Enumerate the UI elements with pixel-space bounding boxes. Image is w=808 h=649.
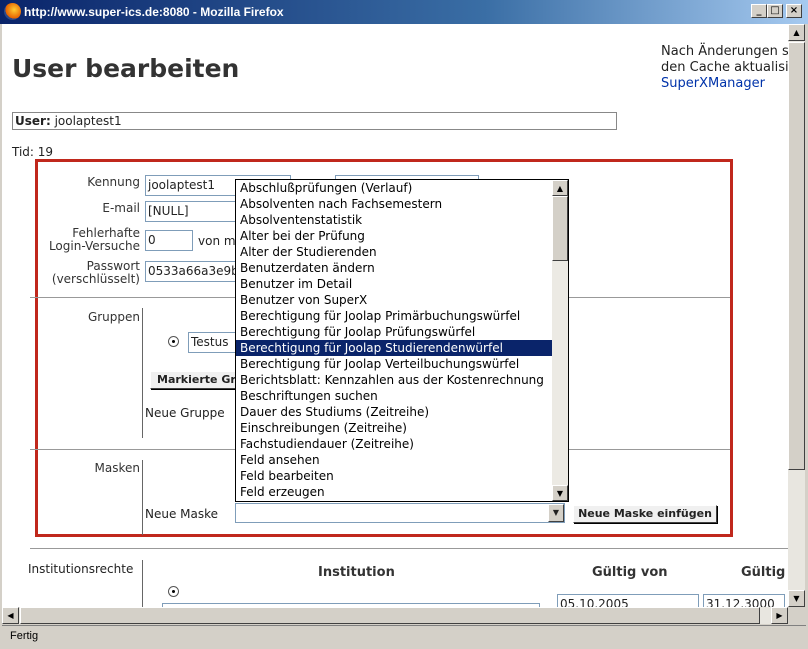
mask-option[interactable]: Dauer des Studiums (Zeitreihe) (236, 404, 552, 420)
institution-label: Institutionsrechte (28, 562, 134, 576)
group-select[interactable]: Testus (188, 332, 236, 353)
page-scroll-thumb[interactable] (788, 42, 805, 470)
mask-option[interactable]: Alter bei der Prüfung (236, 228, 552, 244)
page-horizontal-scrollbar[interactable]: ◀ ▶ (2, 607, 788, 624)
mask-option[interactable]: Berechtigung für Joolap Prüfungswürfel (236, 324, 552, 340)
mask-options[interactable]: Abschlußprüfungen (Verlauf) Absolventen n… (236, 180, 552, 500)
status-bar: Fertig (2, 625, 806, 647)
mask-option[interactable]: Feld bearbeiten (236, 468, 552, 484)
col-valid-to: Gültig (741, 565, 786, 580)
cache-note: Nach Änderungen s den Cache aktualisi Su… (661, 44, 788, 92)
masks-vline (142, 460, 143, 535)
mask-option[interactable]: Alter der Studierenden (236, 244, 552, 260)
mask-option[interactable]: Einschreibungen (Zeitreihe) (236, 420, 552, 436)
valid-from-input[interactable]: 05.10.2005 (557, 594, 699, 607)
insert-mask-button[interactable]: Neue Maske einfügen (573, 505, 717, 523)
mask-option[interactable]: Berichtsblatt: Kennzahlen aus der Kosten… (236, 372, 552, 388)
page-title: User bearbeiten (12, 54, 240, 83)
col-valid-from: Gültig von (592, 565, 668, 580)
password-input[interactable]: 0533a66a3e9b (145, 261, 237, 282)
scroll-up-icon[interactable]: ▲ (788, 24, 805, 41)
mask-option[interactable]: Feld ansehen (236, 452, 552, 468)
mask-option[interactable]: Absolventenstatistik (236, 212, 552, 228)
col-institution: Institution (318, 565, 395, 580)
password-label: Passwort (verschlüsselt) (32, 260, 140, 286)
mask-option[interactable]: Berechtigung für Joolap Studierendenwürf… (236, 340, 552, 356)
mask-option[interactable]: Benutzer von SuperX (236, 292, 552, 308)
tid-value: 19 (37, 145, 54, 159)
window-title: http://www.super-ics.de:8080 - Mozilla F… (24, 5, 284, 19)
tid-label: Tid: (12, 145, 34, 159)
institution-vline (142, 560, 143, 607)
scroll-up-icon[interactable]: ▲ (552, 180, 568, 196)
failed-login-input[interactable]: 0 (145, 230, 193, 251)
email-label: E-mail (102, 201, 140, 215)
page-vertical-scrollbar[interactable]: ▲ ▼ (788, 24, 805, 607)
mask-option[interactable]: Berechtigung für Joolap Verteilbuchungsw… (236, 356, 552, 372)
remove-marked-groups-button[interactable]: Markierte Gru (150, 371, 236, 389)
dropdown-scroll-thumb[interactable] (552, 196, 568, 261)
new-mask-select[interactable]: ▼ (235, 503, 565, 523)
dropdown-scrollbar[interactable]: ▲ ▼ (552, 180, 568, 501)
cache-note-line-1: Nach Änderungen s (661, 44, 788, 59)
page-hscroll-thumb[interactable] (20, 607, 760, 624)
failed-login-label: Fehlerhafte Login-Versuche (32, 227, 140, 253)
failed-login-suffix: von m (198, 234, 236, 248)
user-value: joolaptest1 (54, 114, 122, 128)
scroll-right-icon[interactable]: ▶ (771, 607, 788, 624)
user-box: User: joolaptest1 (12, 112, 617, 130)
divider-institution (30, 548, 788, 549)
minimize-button[interactable]: _ (751, 4, 767, 18)
failed-login-label-line-2: Login-Versuche (48, 239, 140, 253)
page-content: User bearbeiten Nach Änderungen s den Ca… (2, 24, 788, 607)
mask-option[interactable]: Absolventen nach Fachsemestern (236, 196, 552, 212)
superxmanager-link[interactable]: SuperXManager (661, 76, 765, 91)
status-text: Fertig (10, 630, 39, 642)
mask-dropdown-list[interactable]: Abschlußprüfungen (Verlauf) Absolventen n… (235, 179, 569, 502)
scroll-down-icon[interactable]: ▼ (552, 485, 568, 501)
new-group-label: Neue Gruppe (145, 406, 225, 420)
mask-option[interactable]: Benutzer im Detail (236, 276, 552, 292)
scroll-down-icon[interactable]: ▼ (788, 590, 805, 607)
groups-vline (142, 308, 143, 438)
mask-option[interactable]: Benutzerdaten ändern (236, 260, 552, 276)
tid-row: Tid: 19 (12, 145, 53, 159)
chevron-down-icon[interactable]: ▼ (548, 504, 564, 522)
scrollbar-corner (788, 607, 805, 624)
user-label: User: (15, 114, 51, 128)
mask-option[interactable]: Feld erzeugen (236, 484, 552, 500)
mask-option[interactable]: Abschlußprüfungen (Verlauf) (236, 180, 552, 196)
cache-note-line-2: den Cache aktualisi (661, 60, 788, 75)
scroll-left-icon[interactable]: ◀ (2, 607, 19, 624)
institution-radio[interactable] (168, 586, 179, 597)
firefox-icon (4, 3, 21, 20)
password-label-line-2: (verschlüsselt) (51, 272, 140, 286)
mask-option[interactable]: Berechtigung für Joolap Primärbuchungswü… (236, 308, 552, 324)
valid-to-input[interactable]: 31.12.3000 (703, 594, 785, 607)
kennung-label: Kennung (87, 175, 140, 189)
new-mask-label: Neue Maske (145, 507, 219, 521)
masks-label: Masken (94, 461, 140, 475)
window-titlebar: http://www.super-ics.de:8080 - Mozilla F… (0, 0, 808, 24)
group-radio[interactable] (168, 336, 179, 347)
mask-option[interactable]: Beschriftungen suchen (236, 388, 552, 404)
mask-option[interactable]: Fachstudiendauer (Zeitreihe) (236, 436, 552, 452)
groups-label: Gruppen (87, 310, 140, 324)
close-button[interactable]: × (786, 4, 802, 18)
maximize-button[interactable]: □ (767, 4, 783, 18)
